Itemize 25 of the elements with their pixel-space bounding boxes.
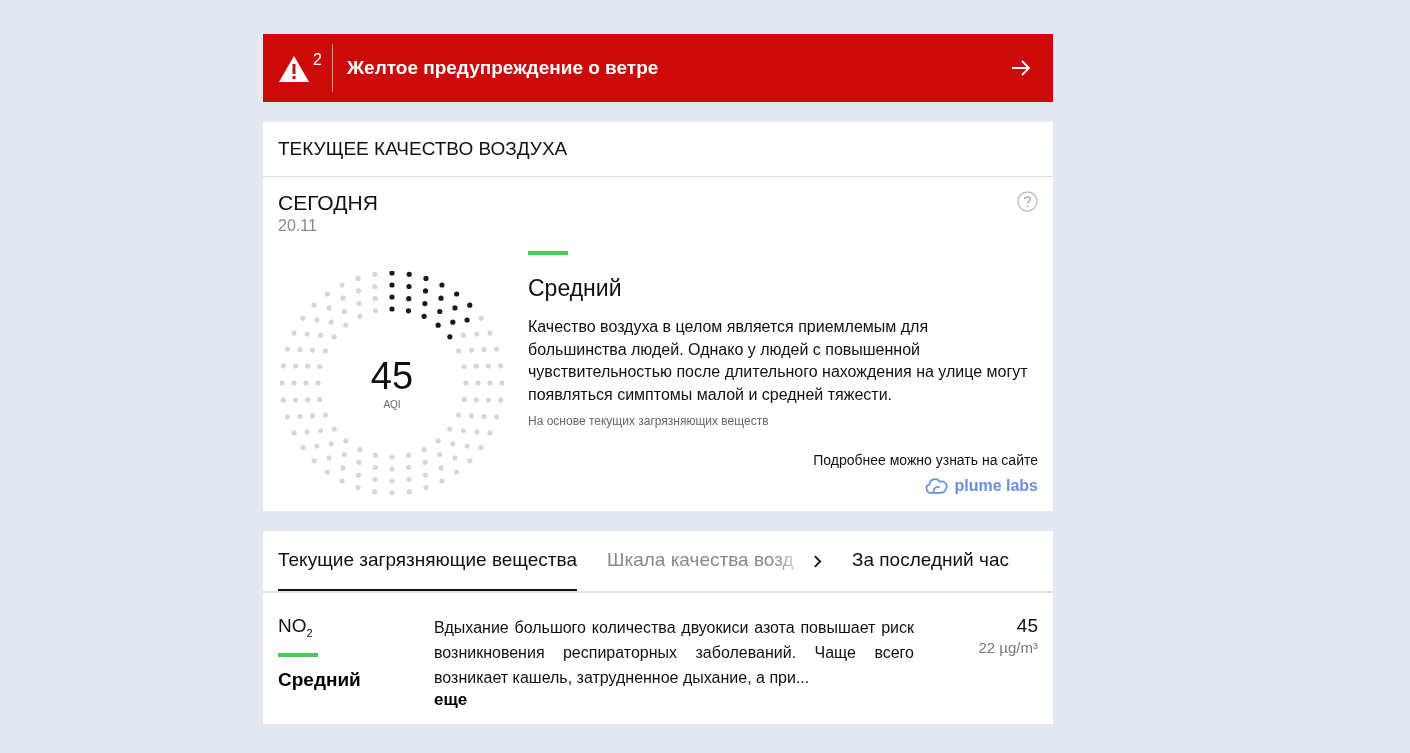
aqi-value: 45: [370, 356, 414, 395]
warning-banner[interactable]: 2 Желтое предупреждение о ветре: [263, 34, 1053, 102]
section-title: ТЕКУЩЕЕ КАЧЕСТВО ВОЗДУХА: [278, 138, 568, 160]
source-label: Подробнее можно узнать на сайте: [813, 452, 1038, 468]
date-label: 20.11: [278, 217, 318, 235]
more-link[interactable]: еще: [434, 690, 468, 710]
chevron-right-icon[interactable]: [813, 553, 822, 569]
day-label: СЕГОДНЯ: [278, 191, 378, 215]
tab[interactable]: Текущие загрязняющие вещества: [278, 531, 577, 591]
cloud-icon: [923, 476, 950, 495]
category-label: Средний: [528, 275, 622, 302]
pollutant-description: Вдыхание большого количества двуокиси азота повышает риск возникновения респираторных заболеваний. Чаще всего возникает кашель, затрудненное дыхание, а при...: [434, 618, 914, 688]
note-text: На основе текущих загрязняющих веществ: [528, 414, 769, 428]
warning-count: 2: [313, 51, 322, 69]
arrow-right-icon: [1011, 60, 1031, 76]
tab[interactable]: За последний час: [852, 531, 1009, 591]
pollutant-name: NO$_{2}$: [278, 615, 313, 639]
pollutant-category: Средний: [278, 668, 361, 691]
aqi-unit: AQI: [383, 398, 401, 410]
pollutant-index: 45: [1016, 615, 1038, 637]
tab[interactable]: Шкала качества возд: [607, 531, 805, 591]
warning-title: Желтое предупреждение о ветре: [346, 57, 660, 79]
description-text: Качество воздуха в целом является приемлемым для большинства людей. Однако у людей с повышенной чувствительностью после длительного нахождения на улице могут появляться симптомы малой и средней тяжести.: [528, 317, 1028, 405]
warning-icon: [278, 55, 310, 83]
pollutant-concentration: 22 µg/m³: [978, 639, 1038, 656]
